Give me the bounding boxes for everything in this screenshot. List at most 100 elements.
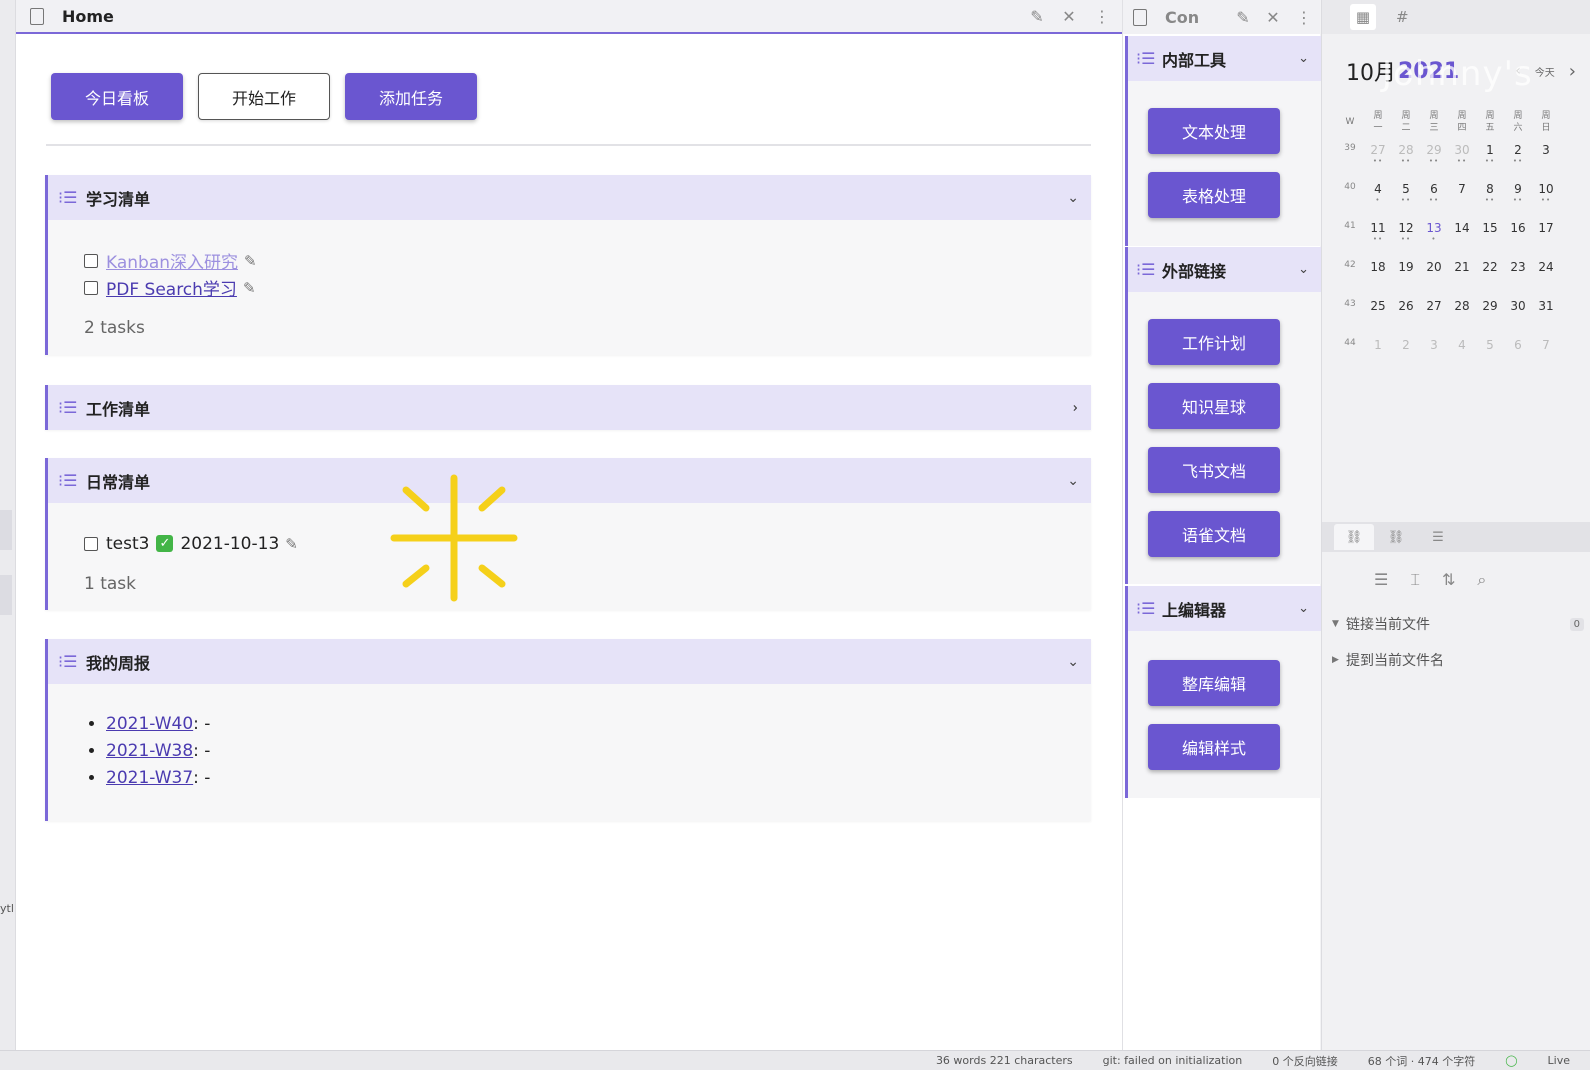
linked-mentions-row[interactable]: ▼ 链接当前文件 0 bbox=[1332, 614, 1584, 634]
calendar-day[interactable]: 17 bbox=[1532, 218, 1560, 257]
close-icon[interactable]: ✕ bbox=[1062, 7, 1076, 26]
calendar-day-today[interactable]: 13 • bbox=[1420, 218, 1448, 257]
outgoing-links-icon[interactable]: ⛓ bbox=[1376, 524, 1416, 550]
task-link[interactable]: PDF Search学习 bbox=[106, 275, 237, 300]
chevron-down-icon[interactable]: ⌄ bbox=[1298, 262, 1309, 277]
week-number[interactable]: 39 bbox=[1336, 140, 1364, 179]
weekly-link[interactable]: 2021-W40 bbox=[106, 714, 193, 734]
calendar-day[interactable]: 27 bbox=[1420, 296, 1448, 335]
calendar-day[interactable]: 1 bbox=[1364, 335, 1392, 374]
chevron-down-icon[interactable]: ⌄ bbox=[1298, 51, 1309, 66]
calendar-day[interactable]: 6 •• bbox=[1420, 179, 1448, 218]
calendar-day[interactable]: 16 bbox=[1504, 218, 1532, 257]
search-icon[interactable]: ⌕ bbox=[1477, 570, 1486, 590]
add-task-button[interactable]: 添加任务 bbox=[345, 73, 477, 120]
calendar-day[interactable]: 12 •• bbox=[1392, 218, 1420, 257]
sort-icon[interactable]: ⇅ bbox=[1442, 570, 1455, 590]
calendar-day[interactable]: 30 bbox=[1504, 296, 1532, 335]
callout-header[interactable]: ⁝☰ 我的周报 ⌄ bbox=[48, 639, 1091, 684]
task-checkbox[interactable] bbox=[84, 253, 98, 268]
weekly-link[interactable]: 2021-W37 bbox=[106, 768, 193, 788]
chevron-right-icon[interactable]: ⌄ bbox=[1065, 402, 1081, 414]
calendar-day[interactable]: 30 •• bbox=[1448, 140, 1476, 179]
calendar-day[interactable]: 25 bbox=[1364, 296, 1392, 335]
edit-pencil-icon[interactable]: ✎ bbox=[244, 252, 257, 270]
calendar-day[interactable]: 24 bbox=[1532, 257, 1560, 296]
calendar-day[interactable]: 4 bbox=[1448, 335, 1476, 374]
calendar-day[interactable]: 18 bbox=[1364, 257, 1392, 296]
calendar-day[interactable]: 15 bbox=[1476, 218, 1504, 257]
calendar-day[interactable]: 4 • bbox=[1364, 179, 1392, 218]
task-checkbox[interactable] bbox=[84, 280, 98, 295]
calendar-day[interactable]: 3 bbox=[1420, 335, 1448, 374]
chevron-down-icon[interactable]: ⌄ bbox=[1298, 601, 1309, 616]
calendar-day[interactable]: 5 •• bbox=[1392, 179, 1420, 218]
week-number[interactable]: 43 bbox=[1336, 296, 1364, 335]
calendar-day[interactable]: 6 bbox=[1504, 335, 1532, 374]
weekly-link[interactable]: 2021-W38 bbox=[106, 741, 193, 761]
callout-header[interactable]: ⁝☰ 上编辑器 ⌄ bbox=[1128, 586, 1321, 631]
calendar-day[interactable]: 21 bbox=[1448, 257, 1476, 296]
edit-pencil-icon[interactable]: ✎ bbox=[285, 535, 298, 553]
calendar-day[interactable]: 20 bbox=[1420, 257, 1448, 296]
calendar-day[interactable]: 1 •• bbox=[1476, 140, 1504, 179]
calendar-day[interactable]: 29 bbox=[1476, 296, 1504, 335]
calendar-day[interactable]: 8 •• bbox=[1476, 179, 1504, 218]
task-checkbox[interactable] bbox=[84, 536, 98, 551]
week-number[interactable]: 40 bbox=[1336, 179, 1364, 218]
collapse-results-icon[interactable]: ☰ bbox=[1374, 570, 1388, 590]
calendar-day[interactable]: 23 bbox=[1504, 257, 1532, 296]
task-link[interactable]: Kanban深入研究 bbox=[106, 248, 238, 273]
work-plan-button[interactable]: 工作计划 bbox=[1148, 319, 1280, 365]
calendar-day[interactable]: 28 bbox=[1448, 296, 1476, 335]
calendar-day[interactable]: 2 •• bbox=[1504, 140, 1532, 179]
week-number[interactable]: 44 bbox=[1336, 335, 1364, 374]
feishu-docs-button[interactable]: 飞书文档 bbox=[1148, 447, 1280, 493]
text-processing-button[interactable]: 文本处理 bbox=[1148, 108, 1280, 154]
calendar-day[interactable]: 7 bbox=[1448, 179, 1476, 218]
calendar-day[interactable]: 14 bbox=[1448, 218, 1476, 257]
callout-header[interactable]: ⁝☰ 内部工具 ⌄ bbox=[1128, 36, 1321, 81]
calendar-day[interactable]: 26 bbox=[1392, 296, 1420, 335]
knowledge-planet-button[interactable]: 知识星球 bbox=[1148, 383, 1280, 429]
callout-header[interactable]: ⁝☰ 日常清单 ⌄ bbox=[48, 458, 1091, 503]
sync-status-icon[interactable]: ◯ bbox=[1505, 1054, 1517, 1067]
calendar-day[interactable]: 29 •• bbox=[1420, 140, 1448, 179]
vault-edit-button[interactable]: 整库编辑 bbox=[1148, 660, 1280, 706]
week-number[interactable]: 42 bbox=[1336, 257, 1364, 296]
close-icon[interactable]: ✕ bbox=[1266, 8, 1280, 27]
calendar-day[interactable]: 9 •• bbox=[1504, 179, 1532, 218]
git-status[interactable]: git: failed on initialization bbox=[1103, 1054, 1243, 1067]
ribbon-marker[interactable] bbox=[0, 510, 12, 550]
more-options-icon[interactable]: ⋮ bbox=[1094, 7, 1110, 26]
calendar-day[interactable]: 11 •• bbox=[1364, 218, 1392, 257]
today-board-button[interactable]: 今日看板 bbox=[51, 73, 183, 120]
week-number[interactable]: 41 bbox=[1336, 218, 1364, 257]
outline-icon[interactable]: ☰ bbox=[1418, 524, 1458, 550]
calendar-day[interactable]: 10 •• bbox=[1532, 179, 1560, 218]
tag-hash-icon[interactable]: # bbox=[1396, 8, 1409, 26]
today-button[interactable]: 今天 bbox=[1535, 64, 1555, 79]
edit-style-button[interactable]: 编辑样式 bbox=[1148, 724, 1280, 770]
chevron-down-icon[interactable]: ⌄ bbox=[1067, 654, 1079, 670]
unlinked-mentions-row[interactable]: ▶ 提到当前文件名 bbox=[1332, 650, 1584, 670]
calendar-day[interactable]: 19 bbox=[1392, 257, 1420, 296]
calendar-day[interactable]: 7 bbox=[1532, 335, 1560, 374]
calendar-icon[interactable]: ▦ bbox=[1350, 4, 1376, 30]
start-work-button[interactable]: 开始工作 bbox=[198, 73, 330, 120]
backlinks-icon[interactable]: ⛓ bbox=[1334, 524, 1374, 550]
calendar-day[interactable]: 22 bbox=[1476, 257, 1504, 296]
yuque-docs-button[interactable]: 语雀文档 bbox=[1148, 511, 1280, 557]
calendar-day[interactable]: 27 •• bbox=[1364, 140, 1392, 179]
calendar-day[interactable]: 2 bbox=[1392, 335, 1420, 374]
mid-tab-title[interactable]: Con bbox=[1165, 8, 1236, 27]
ribbon-marker[interactable] bbox=[0, 575, 12, 615]
editor-mode[interactable]: Live bbox=[1548, 1054, 1570, 1067]
edit-pencil-icon[interactable]: ✎ bbox=[1236, 8, 1250, 27]
show-context-icon[interactable]: ⌶ bbox=[1410, 570, 1420, 590]
edit-pencil-icon[interactable]: ✎ bbox=[243, 279, 256, 297]
chevron-down-icon[interactable]: ⌄ bbox=[1067, 190, 1079, 206]
callout-header[interactable]: ⁝☰ 工作清单 ⌄ bbox=[48, 385, 1091, 430]
next-month-icon[interactable]: › bbox=[1569, 61, 1576, 82]
calendar-day[interactable]: 28 •• bbox=[1392, 140, 1420, 179]
